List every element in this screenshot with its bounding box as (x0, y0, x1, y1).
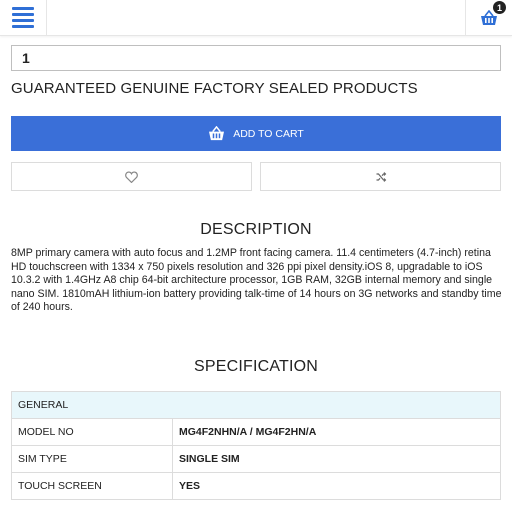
menu-button[interactable] (0, 0, 47, 35)
table-row: MODEL NO MG4F2NHN/A / MG4F2HN/A (11, 418, 501, 446)
table-row: SIM TYPE SINGLE SIM (11, 445, 501, 473)
table-row: TOUCH SCREEN YES (11, 472, 501, 500)
shopping-basket-icon (209, 126, 225, 141)
top-header: 1 (0, 0, 512, 36)
compare-button[interactable] (260, 162, 501, 191)
spec-group-row: GENERAL (11, 391, 501, 419)
cart-button[interactable]: 1 (465, 0, 512, 35)
spec-value: SINGLE SIM (172, 445, 501, 473)
hamburger-menu-icon (12, 4, 34, 31)
quantity-input[interactable] (11, 45, 501, 71)
description-title: DESCRIPTION (200, 221, 312, 238)
wishlist-button[interactable] (11, 162, 252, 191)
add-to-cart-label: ADD TO CART (233, 127, 304, 140)
cart-count-badge: 1 (493, 1, 506, 14)
spec-key: MODEL NO (11, 418, 173, 446)
specification-table: GENERAL MODEL NO MG4F2NHN/A / MG4F2HN/A … (11, 391, 501, 500)
spec-key: SIM TYPE (11, 445, 173, 473)
spec-value: MG4F2NHN/A / MG4F2HN/A (172, 418, 501, 446)
spec-value: YES (172, 472, 501, 500)
heart-icon (125, 170, 138, 183)
description-text: 8MP primary camera with auto focus and 1… (11, 247, 502, 314)
add-to-cart-button[interactable]: ADD TO CART (11, 116, 501, 151)
shuffle-icon (376, 171, 386, 182)
specification-title: SPECIFICATION (193, 358, 319, 375)
guarantee-text: GUARANTEED GENUINE FACTORY SEALED PRODUC… (11, 80, 418, 97)
spec-key: TOUCH SCREEN (11, 472, 173, 500)
spec-group-label: GENERAL (11, 391, 501, 419)
